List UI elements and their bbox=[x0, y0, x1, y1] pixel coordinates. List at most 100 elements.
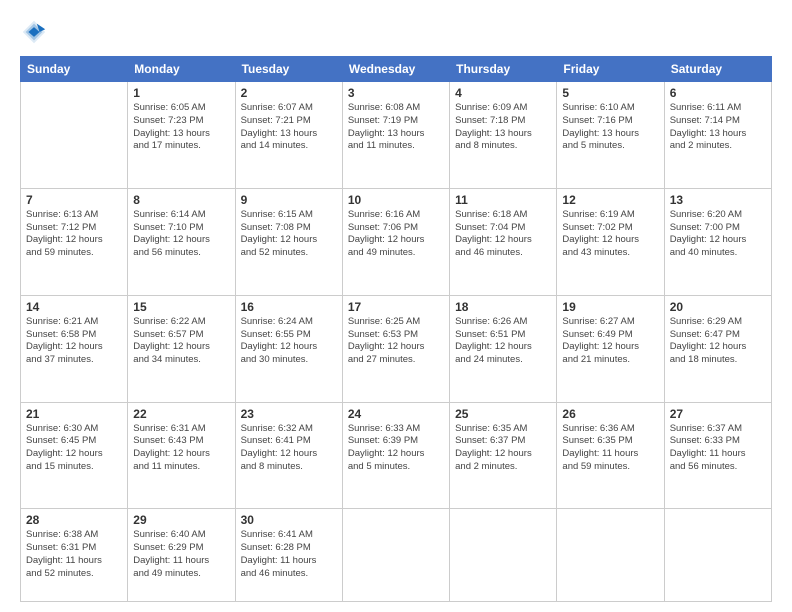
day-number: 30 bbox=[241, 513, 337, 527]
calendar-day-cell: 28 Sunrise: 6:38 AM Sunset: 6:31 PM Dayli… bbox=[21, 509, 128, 602]
day-number: 6 bbox=[670, 86, 766, 100]
day-info: Sunrise: 6:09 AM Sunset: 7:18 PM Dayligh… bbox=[455, 102, 551, 153]
calendar-day-cell: 29Sunrise: 6:40 AM Sunset: 6:29 PM Dayli… bbox=[128, 509, 235, 602]
day-info: Sunrise: 6:13 AM Sunset: 7:12 PM Dayligh… bbox=[26, 209, 122, 260]
day-number: 21 bbox=[26, 407, 122, 421]
weekday-header: Wednesday bbox=[342, 57, 449, 82]
logo-icon bbox=[20, 18, 48, 46]
day-info: Sunrise: 6:18 AM Sunset: 7:04 PM Dayligh… bbox=[455, 209, 551, 260]
day-info: Sunrise: 6:08 AM Sunset: 7:19 PM Dayligh… bbox=[348, 102, 444, 153]
weekday-header: Friday bbox=[557, 57, 664, 82]
calendar-day-cell: 17Sunrise: 6:25 AM Sunset: 6:53 PM Dayli… bbox=[342, 295, 449, 402]
calendar-day-cell bbox=[664, 509, 771, 602]
calendar-day-cell: 21 Sunrise: 6:30 AM Sunset: 6:45 PM Dayli… bbox=[21, 402, 128, 509]
day-info: Sunrise: 6:29 AM Sunset: 6:47 PM Dayligh… bbox=[670, 316, 766, 367]
day-number: 12 bbox=[562, 193, 658, 207]
weekday-header: Monday bbox=[128, 57, 235, 82]
day-info: Sunrise: 6:05 AM Sunset: 7:23 PM Dayligh… bbox=[133, 102, 229, 153]
day-info: Sunrise: 6:30 AM Sunset: 6:45 PM Dayligh… bbox=[26, 423, 122, 474]
day-info: Sunrise: 6:25 AM Sunset: 6:53 PM Dayligh… bbox=[348, 316, 444, 367]
calendar-day-cell: 7Sunrise: 6:13 AM Sunset: 7:12 PM Daylig… bbox=[21, 188, 128, 295]
day-info: Sunrise: 6:41 AM Sunset: 6:28 PM Dayligh… bbox=[241, 529, 337, 580]
day-number: 28 bbox=[26, 513, 122, 527]
calendar-day-cell: 24Sunrise: 6:33 AM Sunset: 6:39 PM Dayli… bbox=[342, 402, 449, 509]
weekday-header: Sunday bbox=[21, 57, 128, 82]
day-info: Sunrise: 6:26 AM Sunset: 6:51 PM Dayligh… bbox=[455, 316, 551, 367]
weekday-header: Thursday bbox=[450, 57, 557, 82]
calendar-day-cell: 4 Sunrise: 6:09 AM Sunset: 7:18 PM Daylig… bbox=[450, 82, 557, 189]
day-number: 29 bbox=[133, 513, 229, 527]
calendar-day-cell: 9Sunrise: 6:15 AM Sunset: 7:08 PM Daylig… bbox=[235, 188, 342, 295]
calendar-day-cell: 6Sunrise: 6:11 AM Sunset: 7:14 PM Daylig… bbox=[664, 82, 771, 189]
day-info: Sunrise: 6:32 AM Sunset: 6:41 PM Dayligh… bbox=[241, 423, 337, 474]
day-number: 14 bbox=[26, 300, 122, 314]
calendar-day-cell: 8 Sunrise: 6:14 AM Sunset: 7:10 PM Daylig… bbox=[128, 188, 235, 295]
day-number: 4 bbox=[455, 86, 551, 100]
calendar-day-cell: 15Sunrise: 6:22 AM Sunset: 6:57 PM Dayli… bbox=[128, 295, 235, 402]
calendar-day-cell: 10 Sunrise: 6:16 AM Sunset: 7:06 PM Dayli… bbox=[342, 188, 449, 295]
day-number: 5 bbox=[562, 86, 658, 100]
calendar-day-cell: 25 Sunrise: 6:35 AM Sunset: 6:37 PM Dayli… bbox=[450, 402, 557, 509]
day-info: Sunrise: 6:21 AM Sunset: 6:58 PM Dayligh… bbox=[26, 316, 122, 367]
calendar-week-row: 28 Sunrise: 6:38 AM Sunset: 6:31 PM Dayli… bbox=[21, 509, 772, 602]
calendar-day-cell: 11Sunrise: 6:18 AM Sunset: 7:04 PM Dayli… bbox=[450, 188, 557, 295]
day-info: Sunrise: 6:14 AM Sunset: 7:10 PM Dayligh… bbox=[133, 209, 229, 260]
day-number: 2 bbox=[241, 86, 337, 100]
calendar-day-cell: 27 Sunrise: 6:37 AM Sunset: 6:33 PM Dayli… bbox=[664, 402, 771, 509]
calendar-day-cell: 13 Sunrise: 6:20 AM Sunset: 7:00 PM Dayli… bbox=[664, 188, 771, 295]
day-number: 8 bbox=[133, 193, 229, 207]
day-number: 26 bbox=[562, 407, 658, 421]
day-info: Sunrise: 6:20 AM Sunset: 7:00 PM Dayligh… bbox=[670, 209, 766, 260]
day-info: Sunrise: 6:07 AM Sunset: 7:21 PM Dayligh… bbox=[241, 102, 337, 153]
calendar-day-cell: 3 Sunrise: 6:08 AM Sunset: 7:19 PM Daylig… bbox=[342, 82, 449, 189]
calendar-day-cell: 1 Sunrise: 6:05 AM Sunset: 7:23 PM Daylig… bbox=[128, 82, 235, 189]
calendar-day-cell: 26 Sunrise: 6:36 AM Sunset: 6:35 PM Dayli… bbox=[557, 402, 664, 509]
day-info: Sunrise: 6:38 AM Sunset: 6:31 PM Dayligh… bbox=[26, 529, 122, 580]
day-number: 1 bbox=[133, 86, 229, 100]
day-number: 10 bbox=[348, 193, 444, 207]
calendar-day-cell bbox=[342, 509, 449, 602]
calendar-day-cell: 30 Sunrise: 6:41 AM Sunset: 6:28 PM Dayli… bbox=[235, 509, 342, 602]
weekday-header: Saturday bbox=[664, 57, 771, 82]
day-number: 3 bbox=[348, 86, 444, 100]
calendar-day-cell: 14 Sunrise: 6:21 AM Sunset: 6:58 PM Dayli… bbox=[21, 295, 128, 402]
day-number: 19 bbox=[562, 300, 658, 314]
day-number: 27 bbox=[670, 407, 766, 421]
logo bbox=[20, 18, 52, 46]
header bbox=[20, 18, 772, 46]
calendar-week-row: 21 Sunrise: 6:30 AM Sunset: 6:45 PM Dayli… bbox=[21, 402, 772, 509]
day-number: 13 bbox=[670, 193, 766, 207]
day-info: Sunrise: 6:27 AM Sunset: 6:49 PM Dayligh… bbox=[562, 316, 658, 367]
day-info: Sunrise: 6:31 AM Sunset: 6:43 PM Dayligh… bbox=[133, 423, 229, 474]
calendar-day-cell: 16 Sunrise: 6:24 AM Sunset: 6:55 PM Dayli… bbox=[235, 295, 342, 402]
day-number: 18 bbox=[455, 300, 551, 314]
day-info: Sunrise: 6:35 AM Sunset: 6:37 PM Dayligh… bbox=[455, 423, 551, 474]
calendar-day-cell: 22 Sunrise: 6:31 AM Sunset: 6:43 PM Dayli… bbox=[128, 402, 235, 509]
day-info: Sunrise: 6:16 AM Sunset: 7:06 PM Dayligh… bbox=[348, 209, 444, 260]
calendar-week-row: 7Sunrise: 6:13 AM Sunset: 7:12 PM Daylig… bbox=[21, 188, 772, 295]
calendar-week-row: 1 Sunrise: 6:05 AM Sunset: 7:23 PM Daylig… bbox=[21, 82, 772, 189]
day-number: 25 bbox=[455, 407, 551, 421]
day-info: Sunrise: 6:37 AM Sunset: 6:33 PM Dayligh… bbox=[670, 423, 766, 474]
day-number: 23 bbox=[241, 407, 337, 421]
page: SundayMondayTuesdayWednesdayThursdayFrid… bbox=[0, 0, 792, 612]
calendar-day-cell: 12 Sunrise: 6:19 AM Sunset: 7:02 PM Dayli… bbox=[557, 188, 664, 295]
day-info: Sunrise: 6:10 AM Sunset: 7:16 PM Dayligh… bbox=[562, 102, 658, 153]
day-info: Sunrise: 6:15 AM Sunset: 7:08 PM Dayligh… bbox=[241, 209, 337, 260]
day-info: Sunrise: 6:24 AM Sunset: 6:55 PM Dayligh… bbox=[241, 316, 337, 367]
calendar-day-cell: 23 Sunrise: 6:32 AM Sunset: 6:41 PM Dayli… bbox=[235, 402, 342, 509]
day-info: Sunrise: 6:19 AM Sunset: 7:02 PM Dayligh… bbox=[562, 209, 658, 260]
day-info: Sunrise: 6:36 AM Sunset: 6:35 PM Dayligh… bbox=[562, 423, 658, 474]
calendar-table: SundayMondayTuesdayWednesdayThursdayFrid… bbox=[20, 56, 772, 602]
day-number: 16 bbox=[241, 300, 337, 314]
calendar-day-cell bbox=[557, 509, 664, 602]
calendar-day-cell: 5 Sunrise: 6:10 AM Sunset: 7:16 PM Daylig… bbox=[557, 82, 664, 189]
day-info: Sunrise: 6:33 AM Sunset: 6:39 PM Dayligh… bbox=[348, 423, 444, 474]
day-number: 15 bbox=[133, 300, 229, 314]
calendar-day-cell: 2 Sunrise: 6:07 AM Sunset: 7:21 PM Daylig… bbox=[235, 82, 342, 189]
weekday-header: Tuesday bbox=[235, 57, 342, 82]
calendar-day-cell: 18 Sunrise: 6:26 AM Sunset: 6:51 PM Dayli… bbox=[450, 295, 557, 402]
day-number: 22 bbox=[133, 407, 229, 421]
calendar-day-cell bbox=[450, 509, 557, 602]
weekday-header-row: SundayMondayTuesdayWednesdayThursdayFrid… bbox=[21, 57, 772, 82]
